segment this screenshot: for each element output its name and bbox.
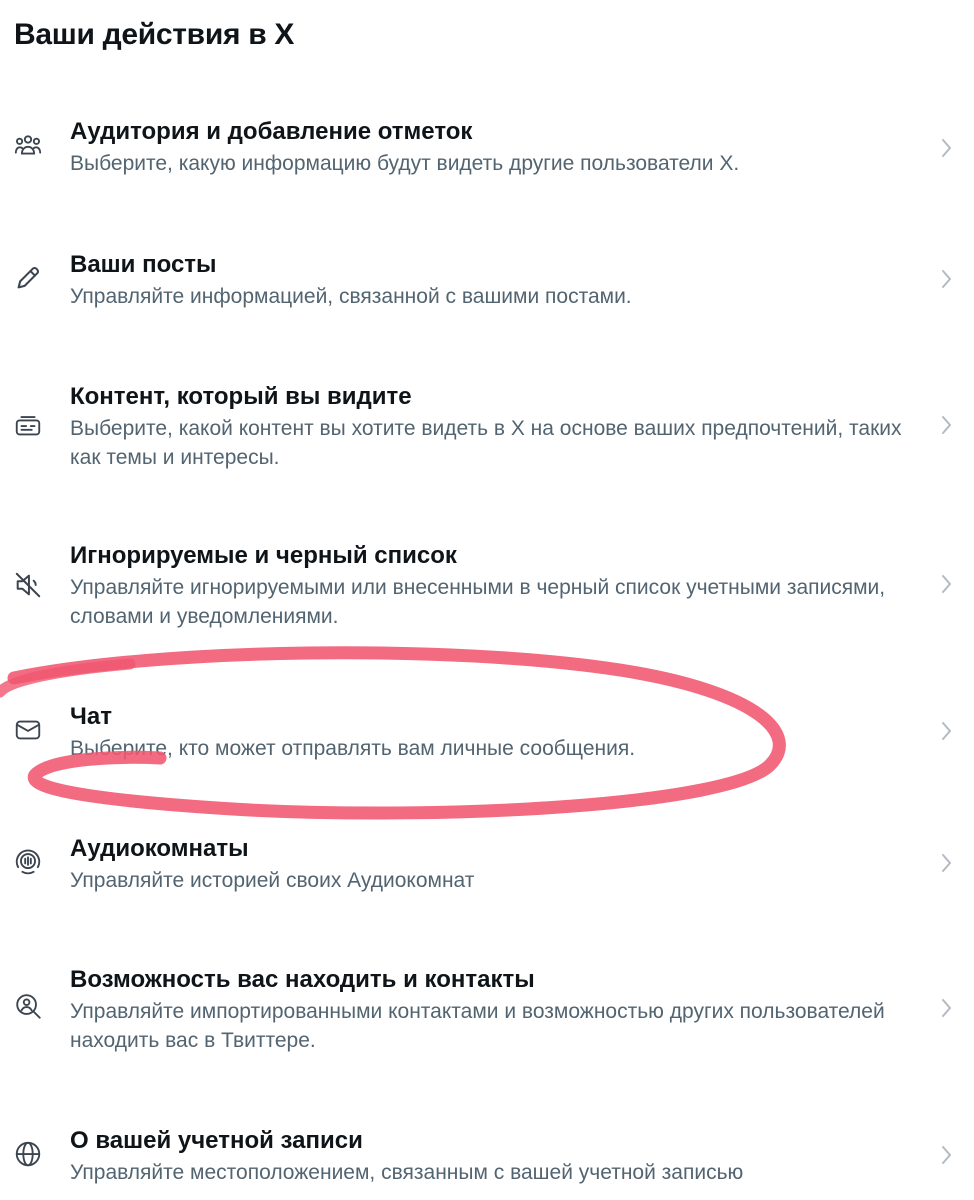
settings-item-audience-tagging[interactable]: Аудитория и добавление отметок Выберите,…: [0, 117, 974, 207]
chevron-right-icon: [936, 718, 956, 744]
item-title: Аудитория и добавление отметок: [70, 118, 473, 145]
item-description: Управляйте историей своих Аудиокомнат: [70, 869, 475, 892]
item-title: Чат: [70, 703, 112, 730]
item-title: Аудиокомнаты: [70, 835, 249, 862]
item-description: Выберите, какой контент вы хотите видеть…: [70, 417, 902, 469]
item-title: Игнорируемые и черный список: [70, 542, 457, 569]
settings-item-muted-blocked[interactable]: Игнорируемые и черный список Управляйте …: [0, 541, 974, 641]
chevron-right-icon: [936, 412, 956, 438]
settings-item-chat[interactable]: Чат Выберите, кто может отправлять вам л…: [0, 702, 974, 782]
item-description: Выберите, какую информацию будут видеть …: [70, 152, 740, 175]
people-icon: [12, 130, 44, 162]
audio-space-icon: [12, 846, 44, 878]
settings-item-your-posts[interactable]: Ваши посты Управляйте информацией, связа…: [0, 250, 974, 340]
chevron-right-icon: [936, 995, 956, 1021]
item-description: Управляйте местоположением, связанным с …: [70, 1161, 744, 1184]
mute-icon: [12, 569, 44, 601]
item-title: Ваши посты: [70, 251, 217, 278]
item-description: Управляйте импортированными контактами и…: [70, 1000, 885, 1052]
settings-item-content-you-see[interactable]: Контент, который вы видите Выберите, как…: [0, 382, 974, 482]
chevron-right-icon: [936, 1142, 956, 1168]
item-title: Контент, который вы видите: [70, 383, 412, 410]
item-title: О вашей учетной записи: [70, 1127, 363, 1154]
settings-item-about-account[interactable]: О вашей учетной записи Управляйте местоп…: [0, 1126, 974, 1200]
chevron-right-icon: [936, 571, 956, 597]
item-description: Выберите, кто может отправлять вам личны…: [70, 737, 636, 760]
envelope-icon: [12, 714, 44, 746]
item-title: Возможность вас находить и контакты: [70, 966, 535, 993]
pencil-icon: [12, 262, 44, 294]
item-description: Управляйте информацией, связанной с ваши…: [70, 285, 632, 308]
find-contacts-icon: [12, 990, 44, 1022]
chevron-right-icon: [936, 135, 956, 161]
item-description: Управляйте игнорируемыми или внесенными …: [70, 576, 886, 628]
content-card-icon: [12, 410, 44, 442]
page-title: Ваши действия в X: [14, 18, 295, 51]
chevron-right-icon: [936, 850, 956, 876]
settings-item-audio-spaces[interactable]: Аудиокомнаты Управляйте историей своих А…: [0, 834, 974, 914]
globe-icon: [12, 1138, 44, 1170]
chevron-right-icon: [936, 266, 956, 292]
settings-item-discoverability-contacts[interactable]: Возможность вас находить и контакты Упра…: [0, 965, 974, 1065]
